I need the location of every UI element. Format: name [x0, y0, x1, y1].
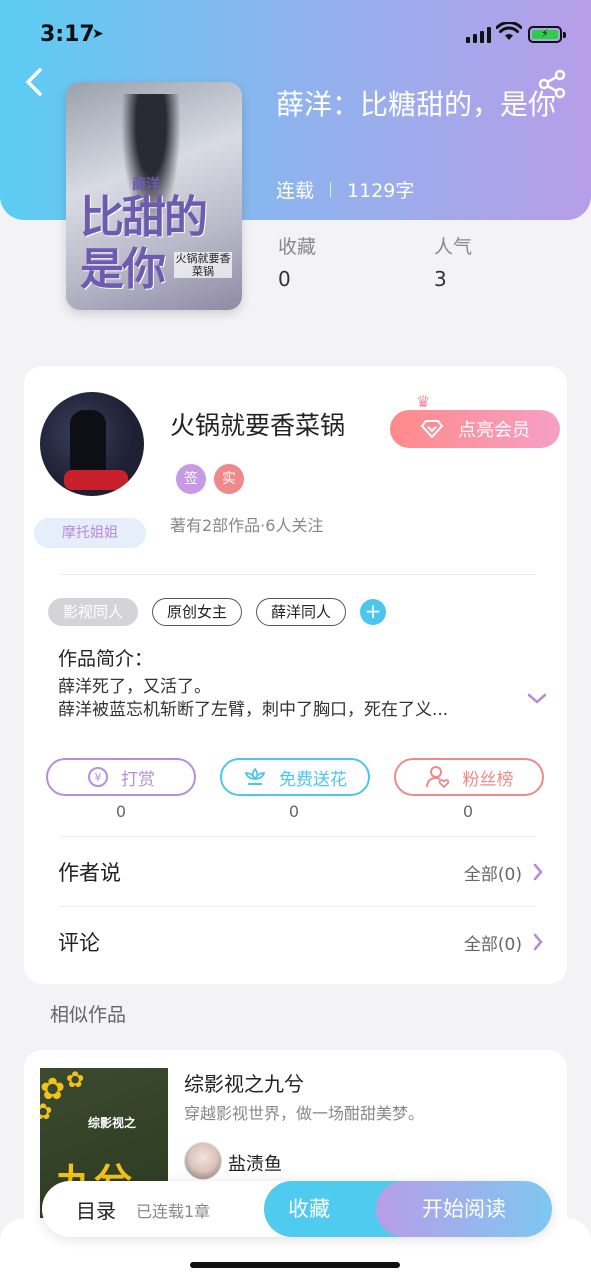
book-cover[interactable]: 薛洋 比甜的是你 火锅就要香菜锅 [66, 82, 242, 310]
author-notes-row[interactable]: 作者说 全部(0) [58, 852, 544, 892]
cellular-signal-icon [466, 27, 491, 43]
fan-badge: 摩托姐姐 [34, 518, 146, 548]
intro-label: 作品简介： [58, 648, 154, 670]
cover-author: 火锅就要香菜锅 [174, 252, 232, 278]
flower-count: 0 [288, 802, 300, 821]
tag-item[interactable]: 影视同人 [48, 598, 139, 626]
author-meta: 著有2部作品·6人关注 [170, 516, 324, 535]
location-icon: ➤ [92, 26, 104, 42]
book-detail-card: 摩托姐姐 火锅就要香菜锅 签 实 著有2部作品·6人关注 ♛ 点亮会员 影视同人… [24, 366, 567, 984]
row-count: 全部(0) [463, 934, 522, 955]
similar-works-heading: 相似作品 [50, 1004, 127, 1026]
intro-line: 薛洋被蓝忘机斩断了左臂，刺中了胸口，死在了义... [58, 700, 449, 720]
start-reading-button[interactable]: 开始阅读 [376, 1181, 552, 1237]
stat-label: 收藏 [278, 236, 317, 258]
intro-line: 薛洋死了，又活了。 [58, 677, 211, 697]
author-name[interactable]: 火锅就要香菜锅 [170, 406, 345, 442]
intro-text[interactable]: 薛洋死了，又活了。 薛洋被蓝忘机斩断了左臂，刺中了胸口，死在了义... [58, 676, 512, 722]
verified-badge: 实 [214, 464, 244, 494]
cover-subtitle: 薛洋 [132, 177, 160, 193]
home-indicator [190, 1262, 400, 1268]
tip-count: 0 [115, 802, 127, 821]
similar-author-avatar [184, 1142, 222, 1180]
svg-text:¥: ¥ [95, 771, 102, 784]
status-separator [330, 181, 332, 198]
tag-item[interactable]: 薛洋同人 [256, 598, 347, 626]
word-count: 1129字 [347, 180, 415, 202]
chevron-right-icon [533, 863, 543, 881]
fan-ranking-button[interactable]: 粉丝榜 [394, 758, 544, 796]
stat-label: 人气 [434, 236, 473, 258]
stat-value: 0 [278, 267, 291, 291]
toc-button[interactable]: 目录 [76, 1195, 116, 1224]
status-time: 3:17 [40, 22, 95, 47]
fan-count: 0 [462, 802, 474, 821]
book-status-line: 连载 1129字 [276, 176, 414, 203]
status-bar: 3:17 ➤ ⚡ [0, 0, 591, 70]
vip-button[interactable]: 点亮会员 [390, 410, 560, 448]
back-icon[interactable] [20, 64, 50, 100]
wifi-icon [496, 22, 522, 40]
tag-item[interactable]: 原创女主 [152, 598, 243, 626]
similar-work-desc: 穿越影视世界，做一场酣甜美梦。 [184, 1104, 425, 1123]
cover-title: 比甜的是你 [80, 192, 208, 295]
divider [60, 906, 536, 907]
chevron-down-icon[interactable] [526, 692, 548, 706]
reading-action-bar: 目录 已连载1章 收藏 开始阅读 [42, 1181, 552, 1237]
similar-work-title: 综影视之九兮 [184, 1072, 304, 1096]
stat-value: 3 [434, 267, 447, 291]
tip-button[interactable]: ¥ 打赏 [46, 758, 196, 796]
send-flower-button[interactable]: 免费送花 [220, 758, 370, 796]
tag-list: 影视同人 原创女主 薛洋同人 + [48, 598, 387, 626]
diamond-icon [421, 420, 443, 438]
stat-favorites: 收藏 0 [278, 232, 316, 291]
battery-icon: ⚡ [528, 26, 566, 43]
author-avatar[interactable] [40, 392, 144, 496]
toc-status: 已连载1章 [136, 1202, 211, 1221]
crown-icon: ♛ [416, 392, 431, 411]
add-tag-icon[interactable]: + [360, 599, 387, 625]
vip-button-label: 点亮会员 [458, 420, 530, 441]
send-flower-label: 免费送花 [279, 769, 347, 790]
similar-cover-label: 综影视之 [88, 1116, 137, 1130]
coin-icon: ¥ [88, 767, 108, 787]
comments-row[interactable]: 评论 全部(0) [58, 922, 544, 962]
row-label: 评论 [58, 931, 100, 955]
similar-author-name: 盐渍鱼 [228, 1154, 282, 1175]
row-label: 作者说 [58, 861, 121, 885]
author-badges: 签 实 [176, 464, 244, 494]
stat-popularity: 人气 3 [434, 232, 472, 291]
divider [60, 836, 536, 837]
chevron-right-icon [533, 933, 543, 951]
book-title: 薛洋：比糖甜的，是你 [276, 88, 557, 121]
user-heart-icon [425, 766, 449, 789]
book-status: 连载 [276, 180, 315, 202]
flower-icon [244, 767, 266, 785]
tip-label: 打赏 [121, 769, 155, 790]
fan-ranking-label: 粉丝榜 [462, 769, 514, 790]
divider [60, 574, 536, 575]
signed-badge: 签 [176, 464, 206, 494]
row-count: 全部(0) [463, 864, 522, 885]
